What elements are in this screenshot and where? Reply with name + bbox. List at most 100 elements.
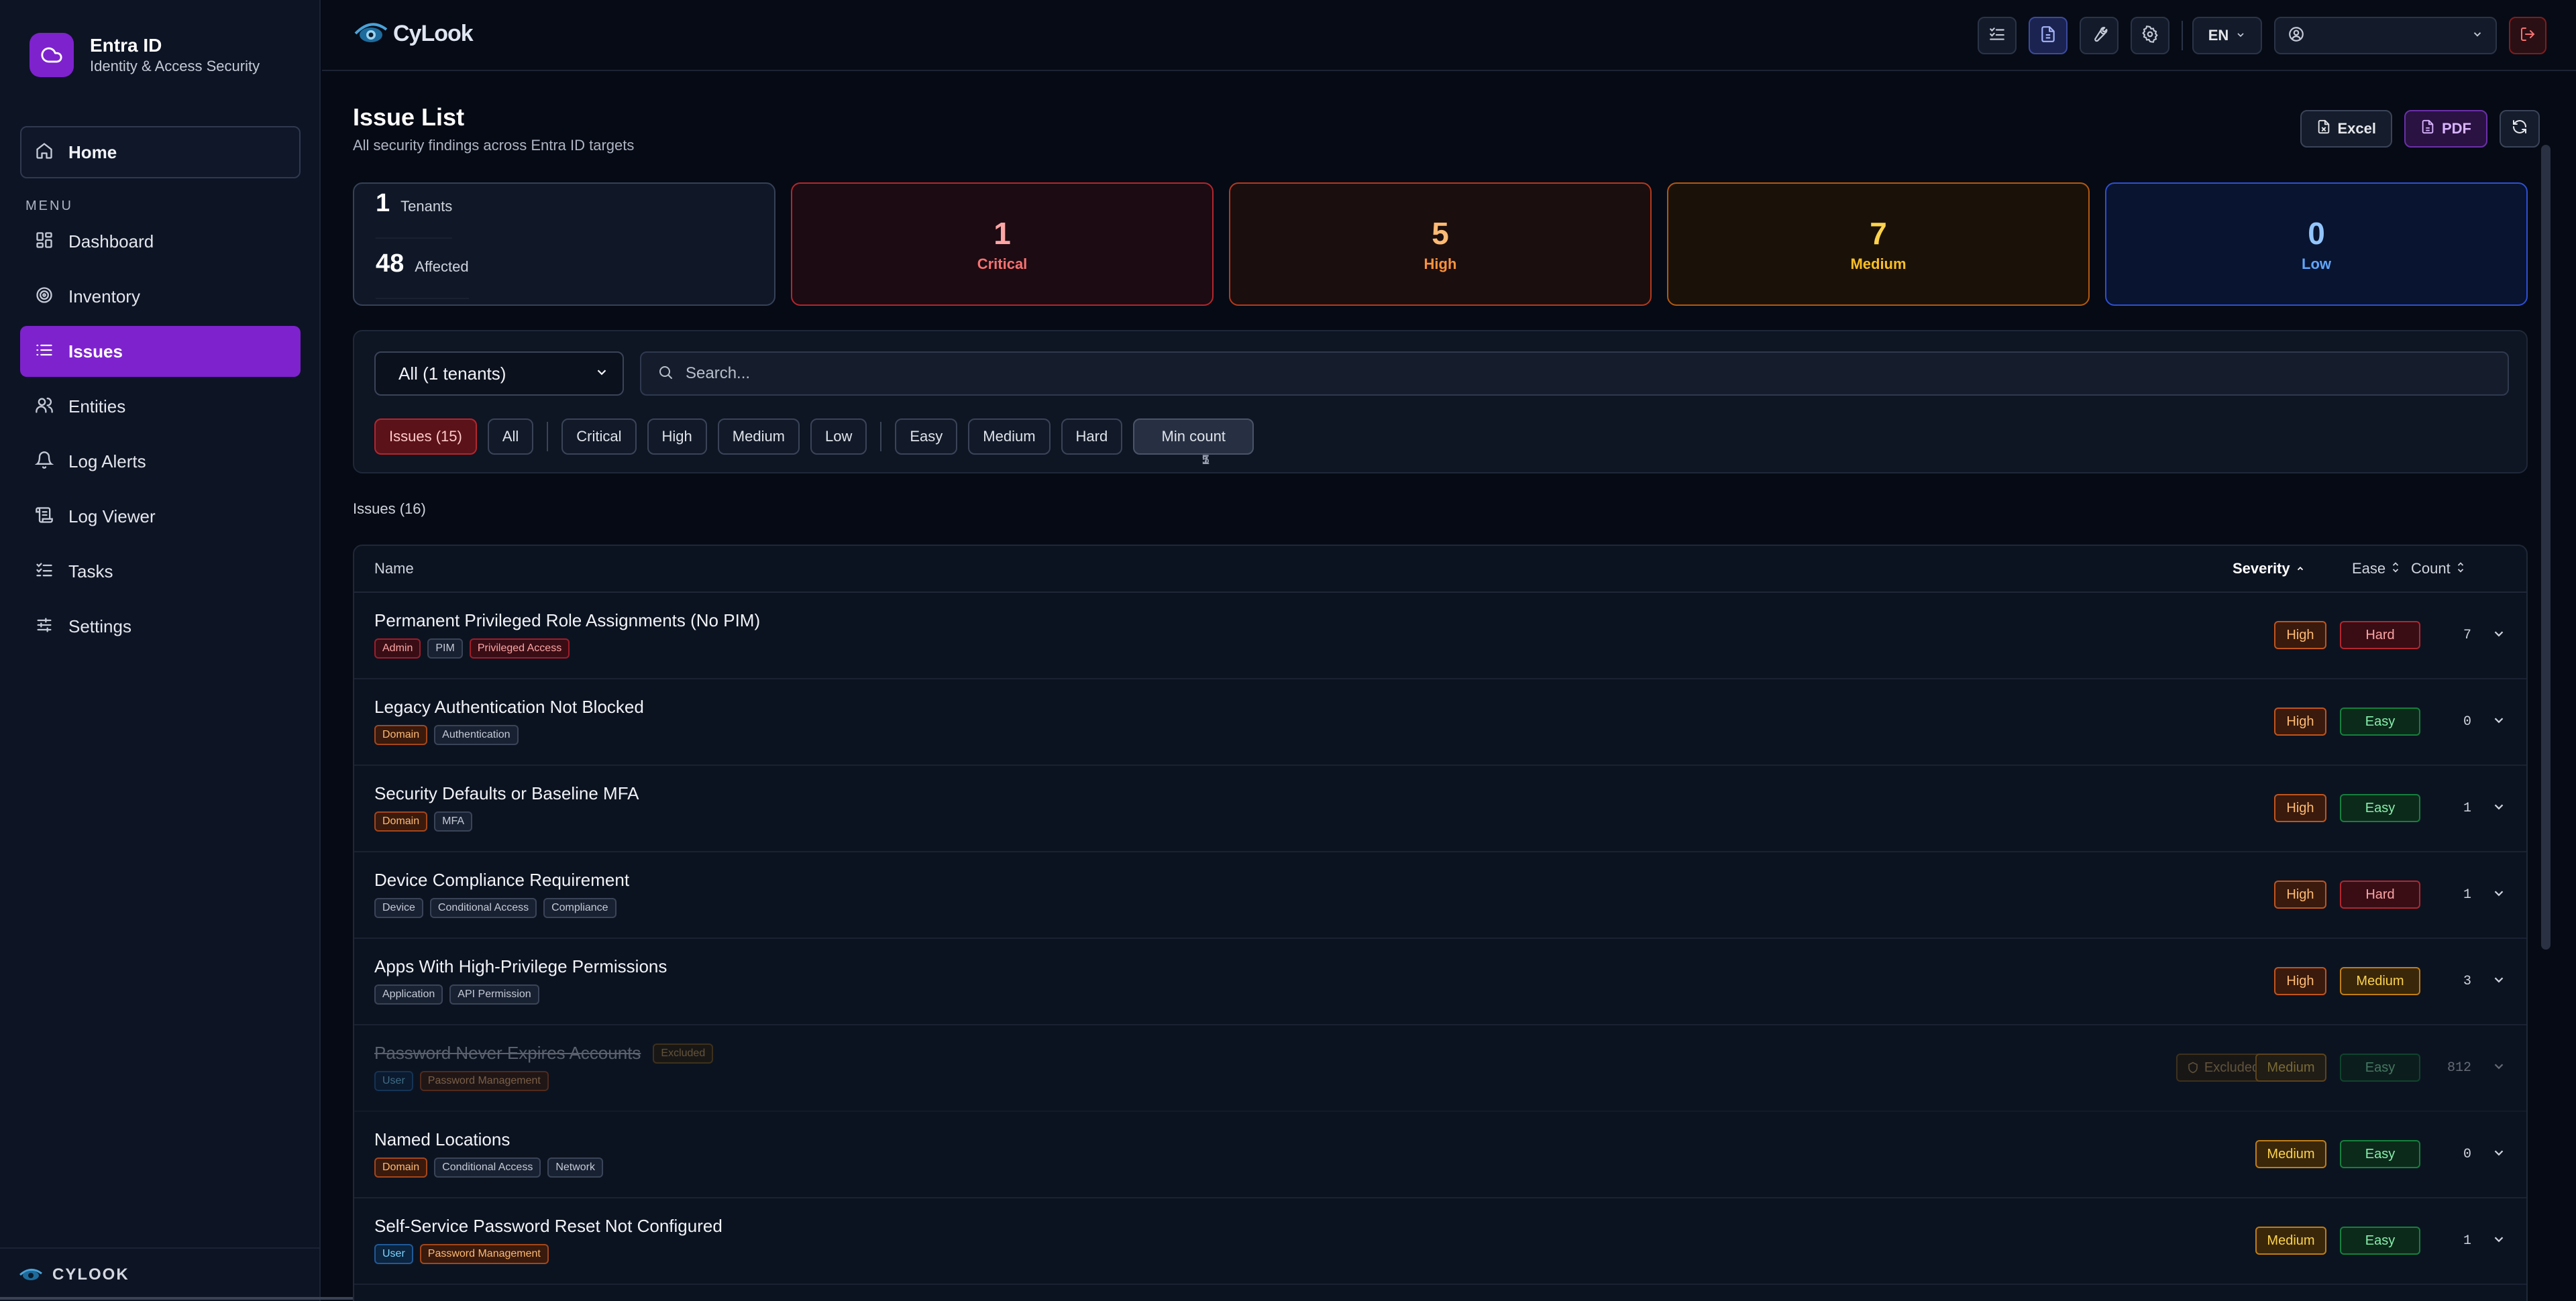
chip-low[interactable]: Low — [810, 418, 867, 455]
expand-button[interactable] — [2491, 799, 2506, 817]
settings-button[interactable] — [2131, 17, 2169, 54]
expand-button[interactable] — [2491, 1232, 2506, 1250]
column-ease[interactable]: Ease — [2352, 560, 2400, 577]
sidebar-item-label: Tasks — [68, 561, 113, 581]
divider — [2182, 21, 2183, 50]
affected-label: Affected — [415, 258, 469, 275]
report-button[interactable] — [2029, 17, 2068, 54]
search-input[interactable] — [686, 364, 2430, 383]
tag: Admin — [374, 638, 421, 659]
filter-chips: Issues (15) All Critical 1 High 5 Medium 7 … — [374, 418, 1265, 469]
sidebar-item-log-viewer[interactable]: Log Viewer — [20, 491, 301, 542]
issue-title[interactable]: Device Compliance Requirement — [374, 870, 629, 891]
sidebar-item-tasks[interactable]: Tasks — [20, 546, 301, 597]
chevron-down-icon — [2471, 28, 2483, 44]
table-row[interactable]: Device Compliance Requirement Device Condi… — [354, 852, 2526, 939]
checklist-icon — [1988, 25, 2006, 46]
chip-easy[interactable]: Easy — [895, 418, 958, 455]
expand-button[interactable] — [2491, 972, 2506, 991]
tag: Password Management — [419, 1071, 549, 1091]
expand-button[interactable] — [2491, 1059, 2506, 1077]
sidebar-item-settings[interactable]: Settings — [20, 601, 301, 652]
sidebar-item-inventory[interactable]: Inventory — [20, 271, 301, 322]
issue-title[interactable]: Named Locations — [374, 1129, 510, 1150]
refresh-button[interactable] — [2500, 110, 2540, 148]
footer-brand: CYLOOK — [52, 1265, 129, 1284]
low-label: Low — [2302, 256, 2331, 272]
chip-label: Easy — [910, 428, 943, 445]
pdf-label: PDF — [2442, 120, 2471, 137]
table-row[interactable]: Legacy Authentication Not Blocked Domain A… — [354, 679, 2526, 766]
chip-label: All — [502, 428, 519, 445]
table-row[interactable]: Permanent Privileged Role Assignments (N… — [354, 593, 2526, 679]
chevron-down-icon — [2491, 718, 2506, 730]
tenant-select[interactable]: All (1 tenants) — [374, 351, 624, 396]
page-title: Issue List — [353, 103, 465, 131]
sidebar-item-issues[interactable]: Issues — [20, 326, 301, 377]
expand-button[interactable] — [2491, 626, 2506, 644]
shield-icon — [2187, 1062, 2199, 1074]
ease-badge: Hard — [2340, 881, 2420, 909]
critical-card[interactable]: 1 Critical — [791, 182, 1214, 306]
tenants-label: Tenants — [400, 198, 453, 215]
table-row[interactable]: Named Locations Domain Conditional Access N… — [354, 1112, 2526, 1198]
expand-button[interactable] — [2491, 886, 2506, 904]
column-name[interactable]: Name — [374, 560, 414, 577]
app-logo[interactable]: CyLook — [353, 15, 474, 53]
table-row[interactable]: Apps With High-Privilege Permissions Appl… — [354, 939, 2526, 1025]
export-pdf-button[interactable]: PDF — [2404, 110, 2487, 148]
tag: MFA — [434, 811, 473, 832]
expand-button[interactable] — [2491, 713, 2506, 731]
tag: Domain — [374, 1157, 428, 1178]
issue-title[interactable]: Self-Service Password Reset Not Configur… — [374, 1216, 722, 1237]
tools-button[interactable] — [2080, 17, 2118, 54]
chip-all[interactable]: All — [487, 418, 534, 455]
table-row[interactable]: Password Never Expires Accounts Excluded U… — [354, 1025, 2526, 1112]
high-label: High — [1424, 256, 1457, 272]
chip-high[interactable]: High 5 — [647, 418, 1210, 469]
high-card[interactable]: 5 High — [1229, 182, 1652, 306]
language-select[interactable]: EN — [2192, 17, 2262, 54]
tenants-count: 1 — [376, 189, 390, 217]
vertical-scrollbar[interactable] — [2541, 145, 2551, 950]
export-excel-button[interactable]: Excel — [2300, 110, 2392, 148]
low-card[interactable]: 0 Low — [2105, 182, 2528, 306]
sidebar-item-log-alerts[interactable]: Log Alerts — [20, 436, 301, 487]
issue-title[interactable]: Password Never Expires Accounts Excluded — [374, 1043, 720, 1064]
topbar: CyLook EN — [322, 0, 2576, 71]
sliders-icon — [35, 616, 54, 638]
high-count: 5 — [1432, 216, 1449, 251]
chip-issues[interactable]: Issues (15) — [374, 418, 477, 455]
tag: Domain — [374, 725, 428, 745]
ease-badge: Easy — [2340, 794, 2420, 822]
column-count[interactable]: Count — [2411, 560, 2465, 577]
issue-title[interactable]: Legacy Authentication Not Blocked — [374, 697, 644, 718]
issue-title[interactable]: Security Defaults or Baseline MFA — [374, 783, 639, 804]
chip-medium[interactable]: Medium 7 — [717, 418, 1210, 469]
user-menu[interactable] — [2274, 17, 2497, 54]
sidebar-item-entities[interactable]: Entities — [20, 381, 301, 432]
min-count-input[interactable]: Min count — [1133, 418, 1254, 455]
issue-name: Permanent Privileged Role Assignments (N… — [374, 610, 761, 630]
chip-critical[interactable]: Critical 1 — [561, 418, 1210, 469]
issue-name: Named Locations — [374, 1129, 511, 1149]
medium-card[interactable]: 7 Medium — [1667, 182, 2090, 306]
issue-name: Apps With High-Privilege Permissions — [374, 956, 667, 976]
table-row[interactable]: Security Defaults or Baseline MFA Domain M… — [354, 766, 2526, 852]
issue-tags: Application API Permission — [374, 984, 546, 1005]
ease-badge: Easy — [2340, 1054, 2420, 1082]
topbar-actions: EN — [1978, 0, 2576, 71]
tasks-button[interactable] — [1978, 17, 2017, 54]
chip-hard[interactable]: Hard — [1061, 418, 1123, 455]
logout-button[interactable] — [2509, 17, 2546, 54]
expand-button[interactable] — [2491, 1145, 2506, 1164]
issue-title[interactable]: Apps With High-Privilege Permissions — [374, 956, 667, 977]
column-severity[interactable]: Severity — [2233, 560, 2305, 577]
target-icon — [35, 286, 54, 308]
sidebar-item-dashboard[interactable]: Dashboard — [20, 216, 301, 267]
issue-title[interactable]: Permanent Privileged Role Assignments (N… — [374, 610, 760, 631]
sidebar-footer: CYLOOK — [0, 1247, 321, 1301]
chip-ease-medium[interactable]: Medium — [968, 418, 1051, 455]
home-button[interactable]: Home — [20, 126, 301, 178]
table-row[interactable]: Self-Service Password Reset Not Configur… — [354, 1198, 2526, 1285]
